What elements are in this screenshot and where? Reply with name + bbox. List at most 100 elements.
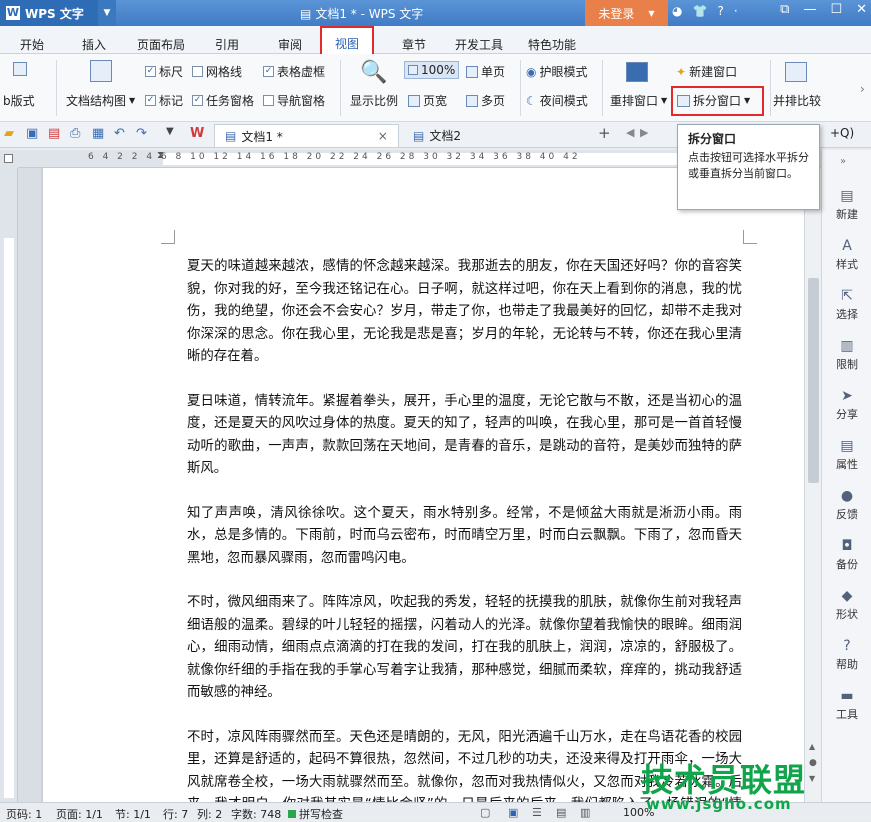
page-layout-icon [13,62,27,76]
close-tab-icon[interactable]: × [378,129,388,143]
panel-tools[interactable]: ▬工具 [822,688,871,722]
task-pane-checkbox[interactable]: ✓任务窗格 [192,92,254,109]
help-icon: ? [839,638,855,654]
spell-check-button[interactable]: 拼写检查 [288,806,343,822]
tab-insert[interactable]: 插入 [82,36,106,53]
panel-new[interactable]: ▤新建 [822,188,871,222]
panel-shapes[interactable]: ◆形状 [822,588,871,622]
maximize-icon[interactable]: ☐ [830,2,842,17]
tab-features[interactable]: 特色功能 [528,36,576,53]
pdf-icon[interactable]: ▤ [48,126,60,141]
select-browse-icon[interactable]: ● [809,758,817,768]
login-button[interactable]: 未登录 ▼ [585,0,668,26]
app-name: WPS 文字 [25,5,84,22]
customize-dropdown-icon[interactable]: ▼ [166,126,174,137]
save-icon[interactable]: ▣ [26,126,38,141]
eye-mode-button[interactable]: ◉护眼模式 [526,63,588,80]
panel-feedback[interactable]: ●反馈 [822,488,871,522]
view-mode-icon[interactable]: ▢ [480,806,490,819]
scrollbar-thumb[interactable] [808,278,819,483]
table-gridlines-checkbox[interactable]: ✓表格虚框 [263,63,325,80]
vertical-scrollbar[interactable]: ▲ ▲ ● ▼ [804,168,821,802]
shirt-icon[interactable]: 👕 [692,4,707,18]
redo-icon[interactable]: ↷ [136,126,147,141]
panel-help[interactable]: ?帮助 [822,638,871,672]
next-page-icon[interactable]: ▼ [809,774,815,783]
tab-chapter[interactable]: 章节 [402,36,426,53]
paragraph: 夏天的味道越来越浓，感情的怀念越来越深。我那逝去的朋友，你在天国还好吗？你的音容… [187,256,742,369]
menu-bar: 开始 插入 页面布局 引用 审阅 视图 章节 开发工具 特色功能 [0,26,871,54]
panel-properties[interactable]: ▤属性 [822,438,871,472]
skin-icon[interactable]: ◕ [672,4,682,18]
outline-view-icon[interactable]: ☰ [532,806,542,819]
new-tab-icon[interactable]: + [598,124,611,142]
divider [602,60,603,116]
tab-developer[interactable]: 开发工具 [455,36,503,53]
document-page[interactable]: 夏天的味道越来越浓，感情的怀念越来越深。我那逝去的朋友，你在天国还好吗？你的音容… [43,168,804,802]
tab-start[interactable]: 开始 [20,36,44,53]
tab-stop-icon [4,154,13,163]
multi-page-icon [466,95,478,107]
tab-document-1[interactable]: ▤ 文档1 * × [214,124,399,147]
ribbon-scroll-right-icon[interactable]: › [860,82,865,96]
night-mode-button[interactable]: ☾夜间模式 [526,92,588,109]
indent-marker-icon[interactable]: ⧗ [157,150,164,161]
web-view-icon[interactable]: ▤ [556,806,566,819]
task-panel: » ▤新建 A样式 ⇱选择 ▥限制 ➤分享 ▤属性 ●反馈 ◘备份 ◆形状 ?帮… [821,150,871,802]
tab-scroll-right-icon[interactable]: ▶ [640,126,648,139]
style-icon: A [839,238,855,254]
rearrange-window-button[interactable]: 重排窗口▼ [610,92,667,109]
page-view-icon[interactable]: ▣ [508,806,518,819]
watermark-url: www.jsgho.com [646,795,792,813]
zoom-100-button[interactable]: 100% [404,61,459,79]
vertical-ruler[interactable] [0,168,18,802]
tab-review[interactable]: 审阅 [278,36,302,53]
chevron-down-icon: ▼ [661,96,667,105]
page-width-button[interactable]: 页宽 [408,92,447,109]
multi-page-button[interactable]: 多页 [466,92,505,109]
status-pages: 页面: 1/1 [56,806,103,822]
gridlines-checkbox[interactable]: 网格线 [192,63,242,80]
view-mode-button[interactable] [13,62,27,76]
settings-dropdown-icon[interactable]: · [734,4,738,18]
panel-style[interactable]: A样式 [822,238,871,272]
ruler-corner[interactable] [0,150,18,168]
restore-layout-icon[interactable]: ⧉ [780,2,789,17]
nav-pane-checkbox[interactable]: 导航窗格 [263,92,325,109]
document-area: 夏天的味道越来越浓，感情的怀念越来越深。我那逝去的朋友，你在天国还好吗？你的音容… [18,168,804,802]
tab-document-2[interactable]: ▤ 文档2 [403,124,471,147]
help-icon[interactable]: ? [717,4,723,18]
close-icon[interactable]: ✕ [856,2,867,17]
panel-backup[interactable]: ◘备份 [822,538,871,572]
tab-reference[interactable]: 引用 [215,36,239,53]
check-icon: ✓ [263,66,274,77]
minimize-icon[interactable]: — [803,2,816,17]
doc-structure-button[interactable]: 文档结构图▼ [66,92,135,109]
undo-icon[interactable]: ↶ [114,126,125,141]
single-page-button[interactable]: 单页 [466,63,505,80]
document-body[interactable]: 夏天的味道越来越浓，感情的怀念越来越深。我那逝去的朋友，你在天国还好吗？你的音容… [187,256,742,802]
panel-share[interactable]: ➤分享 [822,388,871,422]
panel-restrict[interactable]: ▥限制 [822,338,871,372]
open-folder-icon[interactable]: ▰ [4,126,14,141]
panel-select[interactable]: ⇱选择 [822,288,871,322]
rearrange-icon [626,62,648,82]
status-section: 节: 1/1 [115,806,151,822]
chevron-down-icon: ▼ [129,96,135,105]
prev-page-icon[interactable]: ▲ [809,742,815,751]
tab-page-layout[interactable]: 页面布局 [137,36,185,53]
status-word-count[interactable]: 字数: 748 [231,806,281,822]
print-icon[interactable]: ⎙ [70,126,80,141]
marks-checkbox[interactable]: ✓标记 [145,92,183,109]
tab-scroll-left-icon[interactable]: ◀ [626,126,634,139]
ruler-checkbox[interactable]: ✓标尺 [145,63,183,80]
new-window-button[interactable]: ✦新建窗口 [676,63,737,80]
side-by-side-button[interactable]: 并排比较 [773,92,821,109]
chevron-down-icon[interactable]: ▼ [98,0,116,26]
zoom-ratio-button[interactable]: 显示比例 [350,92,398,109]
reading-view-icon[interactable]: ▥ [580,806,590,819]
app-menu-button[interactable]: W WPS 文字 ▼ [0,0,116,26]
panel-arrow-icon[interactable]: » [840,156,846,167]
tab-view[interactable]: 视图 [320,26,374,56]
print-preview-icon[interactable]: ▦ [92,126,104,141]
